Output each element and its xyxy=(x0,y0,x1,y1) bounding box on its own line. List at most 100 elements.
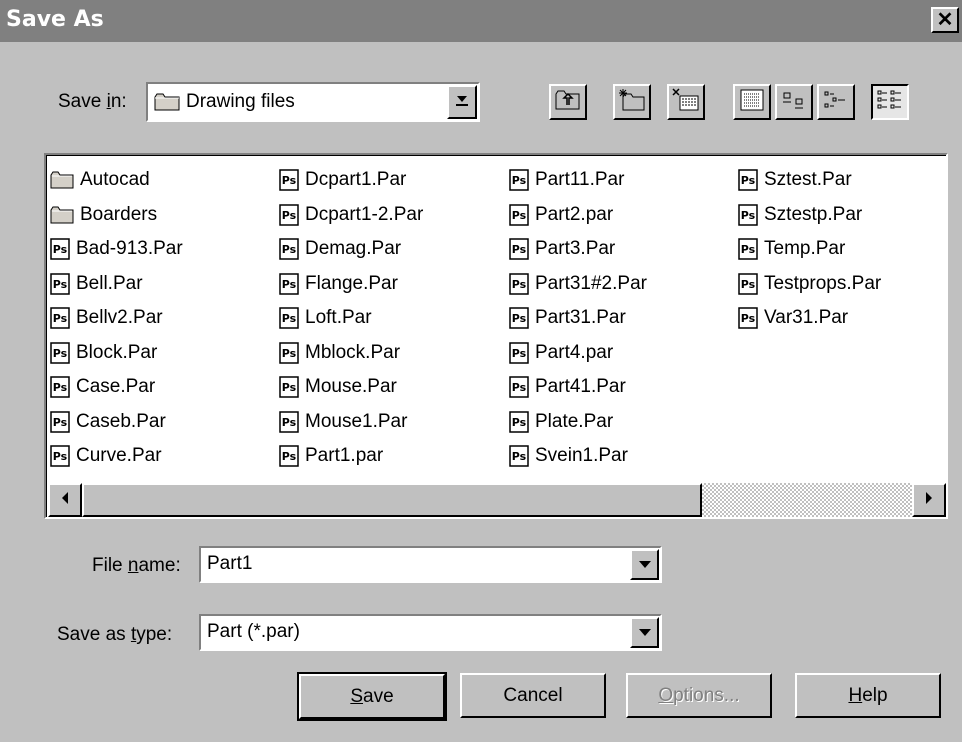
file-name: Svein1.Par xyxy=(535,445,628,467)
part-file-icon: Ps xyxy=(50,307,70,329)
part-file-icon: Ps xyxy=(50,238,70,260)
part-file-icon: Ps xyxy=(50,376,70,398)
file-item[interactable]: Ps Sztest.Par xyxy=(738,163,881,198)
thumbnails-icon xyxy=(876,89,904,116)
down-arrow-icon xyxy=(638,556,652,574)
save-in-dropdown-button[interactable] xyxy=(447,85,477,119)
part-file-icon: Ps xyxy=(509,307,529,329)
file-item[interactable]: Ps Flange.Par xyxy=(279,267,423,302)
file-name: Demag.Par xyxy=(305,238,402,260)
save-button[interactable]: Save xyxy=(297,672,447,721)
file-item[interactable]: Ps Case.Par xyxy=(50,370,183,405)
file-item[interactable]: Ps Part41.Par xyxy=(509,370,647,405)
file-item[interactable]: Ps Part4.par xyxy=(509,336,647,371)
close-button[interactable]: ✕ xyxy=(931,7,959,33)
list-view-button[interactable] xyxy=(733,84,771,120)
svg-text:Ps: Ps xyxy=(512,209,527,222)
svg-text:Ps: Ps xyxy=(512,347,527,360)
file-item[interactable]: Ps Demag.Par xyxy=(279,232,423,267)
large-icons-button[interactable] xyxy=(775,84,813,120)
file-item[interactable]: Ps Mblock.Par xyxy=(279,336,423,371)
scroll-right-button[interactable] xyxy=(912,483,946,517)
create-new-folder-button[interactable] xyxy=(613,84,651,120)
file-item[interactable]: Ps Svein1.Par xyxy=(509,439,647,474)
file-item[interactable]: Ps Dcpart1-2.Par xyxy=(279,198,423,233)
file-item[interactable]: Ps Caseb.Par xyxy=(50,405,183,440)
horizontal-scrollbar[interactable] xyxy=(48,483,946,517)
cancel-button[interactable]: Cancel xyxy=(460,673,606,718)
save-in-dropdown[interactable]: Drawing files xyxy=(146,82,480,122)
file-list-column: Ps Part11.Par Ps Part2.par Ps Part3.Par Ps Part… xyxy=(509,163,647,474)
delete-button[interactable] xyxy=(667,84,705,120)
file-name: Part41.Par xyxy=(535,376,626,398)
part-file-icon: Ps xyxy=(509,169,529,191)
file-item[interactable]: Ps Bad-913.Par xyxy=(50,232,183,267)
file-item[interactable]: Ps Part3.Par xyxy=(509,232,647,267)
part-file-icon: Ps xyxy=(509,445,529,467)
svg-text:Ps: Ps xyxy=(53,347,68,360)
svg-text:Ps: Ps xyxy=(282,381,297,394)
options-button[interactable]: Options... xyxy=(626,673,772,718)
save-as-type-dropdown-button[interactable] xyxy=(630,617,659,648)
part-file-icon: Ps xyxy=(50,445,70,467)
folder-icon xyxy=(50,206,74,224)
save-as-type-label: Save as type: xyxy=(57,624,173,645)
file-item[interactable]: Ps Part31#2.Par xyxy=(509,267,647,302)
file-item[interactable]: Ps Block.Par xyxy=(50,336,183,371)
file-item[interactable]: Ps Curve.Par xyxy=(50,439,183,474)
folder-item[interactable]: Boarders xyxy=(50,198,183,233)
file-item[interactable]: Ps Part1.par xyxy=(279,439,423,474)
file-list-column: Ps Dcpart1.Par Ps Dcpart1-2.Par Ps Demag.Par P… xyxy=(279,163,423,474)
file-item[interactable]: Ps Plate.Par xyxy=(509,405,647,440)
help-button[interactable]: Help xyxy=(795,673,941,718)
file-item[interactable]: Ps Part2.par xyxy=(509,198,647,233)
part-file-icon: Ps xyxy=(738,169,758,191)
up-one-level-button[interactable] xyxy=(549,84,587,120)
part-file-icon: Ps xyxy=(738,307,758,329)
folder-item[interactable]: Autocad xyxy=(50,163,183,198)
file-name: Dcpart1-2.Par xyxy=(305,203,424,225)
part-file-icon: Ps xyxy=(279,411,299,433)
svg-text:Ps: Ps xyxy=(53,381,68,394)
file-item[interactable]: Ps Temp.Par xyxy=(738,232,881,267)
file-list[interactable]: Autocad Boarders Ps Bad-913.Par Ps Bell.Par Ps… xyxy=(44,153,948,519)
file-name-input[interactable]: Part1 xyxy=(207,553,252,575)
part-file-icon: Ps xyxy=(279,342,299,364)
file-item[interactable]: Ps Bell.Par xyxy=(50,267,183,302)
svg-text:Ps: Ps xyxy=(53,450,68,463)
file-name: Mouse1.Par xyxy=(305,410,408,432)
svg-text:Ps: Ps xyxy=(282,174,297,187)
part-file-icon: Ps xyxy=(279,445,299,467)
file-name: Bellv2.Par xyxy=(76,307,163,329)
thumbnails-button[interactable] xyxy=(871,84,909,120)
scrollbar-thumb[interactable] xyxy=(82,483,702,517)
file-item[interactable]: Ps Var31.Par xyxy=(738,301,881,336)
file-item[interactable]: Ps Part31.Par xyxy=(509,301,647,336)
file-item[interactable]: Ps Sztestp.Par xyxy=(738,198,881,233)
file-item[interactable]: Ps Testprops.Par xyxy=(738,267,881,302)
delete-icon xyxy=(672,87,700,117)
file-item[interactable]: Ps Loft.Par xyxy=(279,301,423,336)
file-item[interactable]: Ps Mouse.Par xyxy=(279,370,423,405)
file-item[interactable]: Ps Part11.Par xyxy=(509,163,647,198)
file-name-dropdown-button[interactable] xyxy=(630,549,659,580)
svg-text:Ps: Ps xyxy=(282,312,297,325)
file-name: Mblock.Par xyxy=(305,341,401,363)
file-name: Boarders xyxy=(80,203,158,225)
svg-text:Ps: Ps xyxy=(282,209,297,222)
part-file-icon: Ps xyxy=(509,273,529,295)
scroll-left-button[interactable] xyxy=(48,483,82,517)
close-icon: ✕ xyxy=(936,9,954,31)
file-item[interactable]: Ps Bellv2.Par xyxy=(50,301,183,336)
file-name: Caseb.Par xyxy=(76,410,166,432)
part-file-icon: Ps xyxy=(279,307,299,329)
save-as-type-dropdown[interactable]: Part (*.par) xyxy=(199,614,662,651)
file-name-combobox[interactable]: Part1 xyxy=(199,546,662,583)
part-file-icon: Ps xyxy=(738,273,758,295)
file-item[interactable]: Ps Mouse1.Par xyxy=(279,405,423,440)
file-item[interactable]: Ps Dcpart1.Par xyxy=(279,163,423,198)
part-file-icon: Ps xyxy=(509,204,529,226)
details-button[interactable] xyxy=(817,84,855,120)
down-arrow-icon xyxy=(455,92,469,113)
svg-text:Ps: Ps xyxy=(53,243,68,256)
